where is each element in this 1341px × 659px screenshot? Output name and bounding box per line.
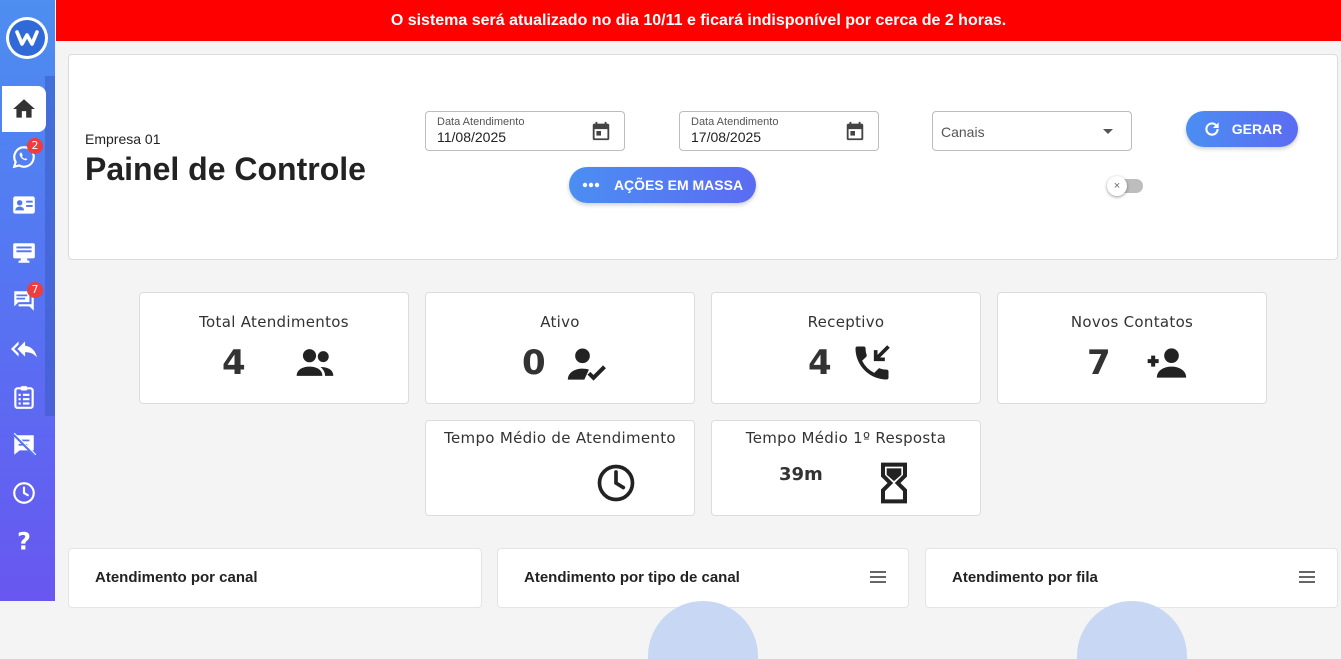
stat-tempo-medio-atendimento: Tempo Médio de Atendimento: [425, 420, 695, 516]
calendar-icon[interactable]: [590, 120, 612, 142]
stat-tempo-medio-resposta: Tempo Médio 1º Resposta 39m: [711, 420, 981, 516]
sidebar-item-no-messages[interactable]: [0, 422, 48, 468]
toggle-knob[interactable]: ×: [1107, 176, 1127, 196]
refresh-icon: [1205, 122, 1219, 136]
stat-value: 0: [522, 343, 546, 383]
chats-badge: 7: [27, 282, 43, 298]
whatsapp-badge: 2: [27, 138, 43, 154]
speaker-notes-off-icon: [12, 432, 37, 457]
date-start-value[interactable]: 11/08/2025: [437, 129, 506, 145]
reply-all-icon: [11, 341, 37, 358]
sidebar-item-whatsapp[interactable]: 2: [0, 134, 48, 180]
chart-atendimento-por-tipo-de-canal: Atendimento por tipo de canal: [497, 548, 909, 659]
stat-title: Ativo: [540, 313, 580, 331]
chart-title: Atendimento por tipo de canal: [524, 569, 740, 586]
chart-atendimento-por-canal: Atendimento por canal: [68, 548, 482, 608]
sidebar: 2 7 ?: [0, 0, 55, 601]
person-add-icon: [1147, 348, 1187, 378]
clock-icon: [13, 482, 35, 504]
clipboard-icon: [14, 386, 34, 409]
stat-novos-contatos: Novos Contatos 7: [997, 292, 1267, 404]
stat-value: 7: [1087, 343, 1111, 383]
date-end-field[interactable]: Data Atendimento 17/08/2025: [679, 111, 879, 151]
pie-chart-preview: [648, 601, 758, 659]
stat-title: Receptivo: [807, 313, 885, 331]
page-title: Painel de Controle: [85, 151, 366, 187]
sidebar-item-chats[interactable]: 7: [0, 278, 48, 324]
acoes-label: AÇÕES EM MASSA: [613, 177, 744, 193]
sidebar-item-contacts[interactable]: [0, 182, 48, 228]
more-horizontal-icon: [582, 182, 600, 188]
calendar-icon[interactable]: [844, 120, 866, 142]
phone-callback-icon: [855, 345, 890, 380]
chart-atendimento-por-fila: Atendimento por fila: [925, 548, 1338, 659]
stat-total-atendimentos: Total Atendimentos 4: [139, 292, 409, 404]
gerar-button[interactable]: GERAR: [1186, 111, 1298, 147]
stat-value: 39m: [779, 464, 823, 485]
date-start-field[interactable]: Data Atendimento 11/08/2025: [425, 111, 625, 151]
sidebar-item-history[interactable]: [0, 470, 48, 516]
date-end-label: Data Atendimento: [691, 116, 779, 128]
chart-title: Atendimento por fila: [952, 569, 1098, 586]
chart-menu-icon[interactable]: [870, 571, 886, 583]
help-icon: ?: [17, 528, 31, 554]
stat-receptivo: Receptivo 4: [711, 292, 981, 404]
group-icon: [296, 349, 334, 376]
stat-title: Total Atendimentos: [199, 313, 349, 331]
date-end-value[interactable]: 17/08/2025: [691, 129, 761, 145]
filter-card: Empresa 01 Painel de Controle Data Atend…: [68, 54, 1338, 260]
pie-chart-preview: [1076, 601, 1187, 659]
company-name: Empresa 01: [85, 131, 161, 147]
sidebar-item-monitor[interactable]: [0, 230, 48, 276]
chart-menu-icon[interactable]: [1299, 571, 1315, 583]
stat-ativo: Ativo 0: [425, 292, 695, 404]
contact-card-icon: [13, 196, 35, 214]
channels-placeholder: Canais: [941, 124, 985, 140]
clock-icon: [597, 464, 635, 502]
stat-value: 4: [222, 343, 246, 383]
app-logo[interactable]: [6, 17, 48, 59]
channels-select[interactable]: Canais: [932, 111, 1132, 151]
chart-title: Atendimento por canal: [95, 569, 258, 586]
sidebar-item-reply-all[interactable]: [0, 326, 48, 372]
home-icon: [13, 99, 35, 118]
logo-w-icon: [15, 30, 39, 46]
chevron-down-icon: [1103, 129, 1113, 134]
stat-title: Novos Contatos: [1070, 313, 1194, 331]
stat-title: Tempo Médio 1º Resposta: [745, 429, 947, 447]
close-icon: ×: [1113, 180, 1121, 192]
acoes-em-massa-button[interactable]: AÇÕES EM MASSA: [569, 167, 756, 203]
person-check-icon: [567, 348, 606, 381]
svg-text:?: ?: [17, 528, 31, 554]
toggle-switch[interactable]: ×: [1107, 176, 1143, 196]
stat-value: 4: [808, 343, 832, 383]
maintenance-banner: O sistema será atualizado no dia 10/11 e…: [56, 0, 1341, 41]
sidebar-item-tasks[interactable]: [0, 374, 48, 420]
sidebar-item-help[interactable]: ?: [0, 518, 48, 564]
date-start-label: Data Atendimento: [437, 116, 525, 128]
gerar-label: GERAR: [1231, 121, 1283, 137]
monitor-icon: [13, 243, 35, 263]
hourglass-icon: [880, 462, 908, 504]
sidebar-item-home[interactable]: [2, 86, 46, 132]
stat-title: Tempo Médio de Atendimento: [444, 429, 676, 447]
